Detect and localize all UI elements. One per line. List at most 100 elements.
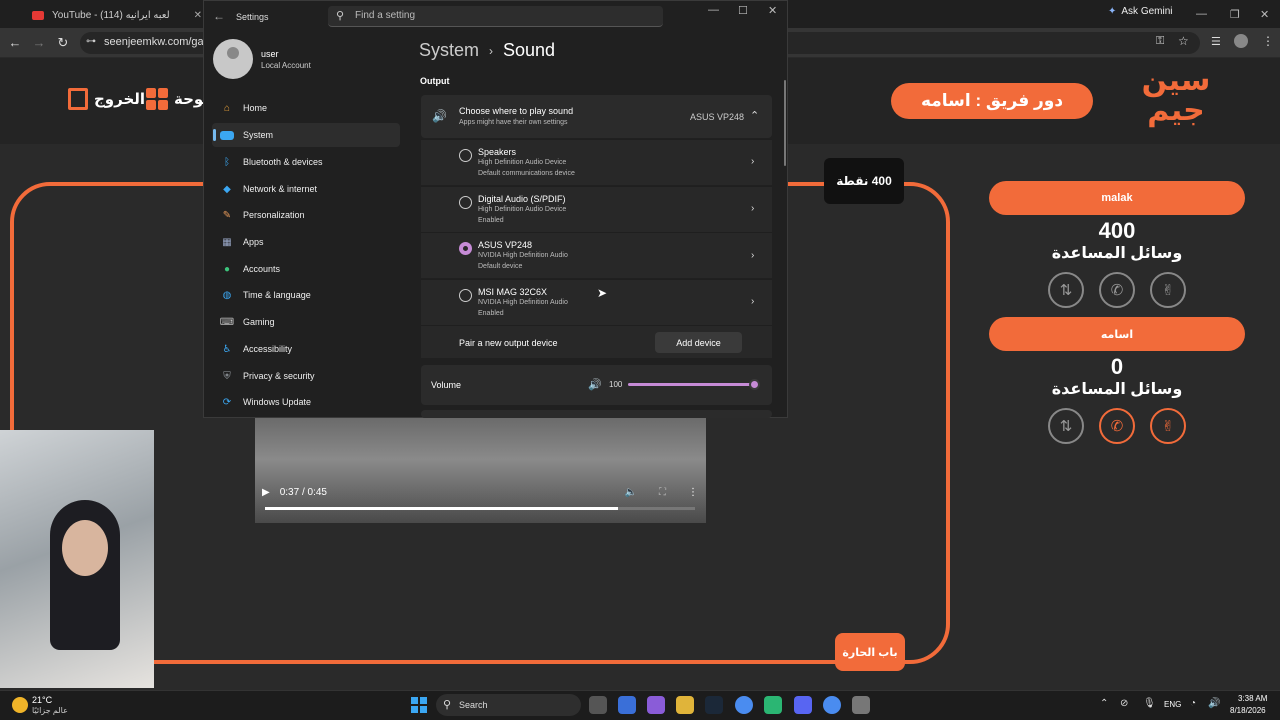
nav-apps[interactable]: ▦ Apps <box>212 230 400 254</box>
settings-close-icon[interactable]: ✕ <box>768 4 777 17</box>
url-text[interactable]: seenjeemkw.com/game <box>104 36 219 48</box>
chevron-right-icon[interactable]: › <box>751 203 754 214</box>
output-device-row[interactable] <box>421 232 772 278</box>
exit-button[interactable]: الخروج <box>68 88 145 110</box>
reload-icon[interactable]: ↻ <box>54 34 72 52</box>
chevron-right-icon[interactable]: › <box>751 296 754 307</box>
nav-gaming[interactable]: ⌨ Gaming <box>212 310 400 334</box>
weather-temperature[interactable]: 21°C <box>32 695 52 705</box>
fullscreen-icon[interactable]: ⛶ <box>659 487 666 498</box>
device-radio[interactable] <box>459 196 472 209</box>
close-tab-icon[interactable]: ✕ <box>194 10 202 21</box>
gamepad-icon: ⌨ <box>219 316 235 328</box>
browser-tab-youtube[interactable]: YouTube - (114) لعبه ايرانيه ✕ <box>32 4 202 26</box>
device-radio-selected[interactable] <box>459 242 472 255</box>
forward-icon[interactable]: → <box>30 34 48 52</box>
chrome-profile-icon[interactable] <box>823 696 841 714</box>
nav-privacy[interactable]: ⛨ Privacy & security <box>212 364 400 388</box>
nav-time-language[interactable]: ◍ Time & language <box>212 283 400 307</box>
volume-icon[interactable]: 🔈 <box>625 487 637 498</box>
nav-accessibility[interactable]: ♿ Accessibility <box>212 337 400 361</box>
copilot-icon[interactable] <box>647 696 665 714</box>
ask-gemini-button[interactable]: ✦ Ask Gemini <box>1108 6 1173 17</box>
device-driver: High Definition Audio Device <box>478 159 567 166</box>
settings-back-icon[interactable]: ← <box>213 9 225 23</box>
language-indicator[interactable]: ENG <box>1164 700 1181 709</box>
volume-slider[interactable] <box>628 383 754 386</box>
device-radio[interactable] <box>459 289 472 302</box>
nav-home[interactable]: ⌂ Home <box>212 96 400 120</box>
settings-scrollbar[interactable] <box>784 80 786 166</box>
back-icon[interactable]: ← <box>6 34 24 52</box>
speaker-tray-icon[interactable]: 🔊 <box>1208 698 1220 709</box>
minimize-browser-icon[interactable]: — <box>1196 8 1207 20</box>
taskbar-search-box[interactable] <box>436 694 581 716</box>
settings-gear-icon[interactable] <box>852 696 870 714</box>
home-icon: ⌂ <box>223 102 231 114</box>
chevron-right-icon[interactable]: › <box>751 250 754 261</box>
reading-list-icon[interactable]: ☰ <box>1211 35 1221 48</box>
output-device-row[interactable] <box>421 186 772 232</box>
video-controls: ▶ 0:37 / 0:45 🔈 ⛶ ⋮ <box>262 484 698 500</box>
exit-icon <box>68 88 88 110</box>
volume-speaker-icon[interactable]: 🔊 <box>588 378 602 391</box>
call-friend-icon[interactable]: ✆ <box>1099 272 1135 308</box>
bookmark-star-icon[interactable]: ☆ <box>1178 34 1189 48</box>
team-score: 400 <box>1098 218 1136 243</box>
start-windows-icon[interactable] <box>411 697 427 713</box>
user-name: user <box>261 49 279 59</box>
nav-windows-update[interactable]: ⟳ Windows Update <box>212 390 400 414</box>
close-browser-icon[interactable]: ✕ <box>1260 8 1269 21</box>
chevron-up-icon[interactable]: ⌃ <box>750 109 759 122</box>
nav-bluetooth[interactable]: ᛒ Bluetooth & devices <box>212 150 400 174</box>
settings-minimize-icon[interactable]: — <box>708 4 719 16</box>
swap-question-icon[interactable]: ⇅ <box>1048 408 1084 444</box>
user-avatar[interactable] <box>213 39 253 79</box>
swap-question-icon[interactable]: ⇅ <box>1048 272 1084 308</box>
chrome-icon[interactable] <box>735 696 753 714</box>
clock-date[interactable]: 8/18/2026 <box>1230 706 1266 715</box>
app-icon[interactable] <box>764 696 782 714</box>
profile-avatar[interactable] <box>1234 34 1248 48</box>
peace-hand-icon[interactable]: ✌ <box>1150 272 1186 308</box>
settings-maximize-icon[interactable]: ☐ <box>738 4 748 17</box>
accessibility-icon: ♿ <box>222 343 232 355</box>
nav-system[interactable]: System <box>212 123 400 147</box>
steam-icon[interactable] <box>705 696 723 714</box>
browser-menu-icon[interactable]: ⋮ <box>1262 34 1274 48</box>
wifi-tray-icon[interactable]: ◔ <box>1190 698 1196 709</box>
site-info-icon[interactable]: ⊶ <box>86 36 96 47</box>
output-device-row[interactable] <box>421 139 772 185</box>
choose-output-subtitle: Apps might have their own settings <box>459 119 568 126</box>
output-section-label: Output <box>420 76 450 86</box>
video-time: 0:37 / 0:45 <box>279 486 327 498</box>
nav-accounts[interactable]: ● Accounts <box>212 257 400 281</box>
nav-label: Bluetooth & devices <box>243 157 323 167</box>
maximize-browser-icon[interactable]: ❐ <box>1230 8 1240 21</box>
network-off-icon[interactable]: ⊘ <box>1120 698 1128 709</box>
chevron-right-icon[interactable]: › <box>751 156 754 167</box>
task-view-icon[interactable] <box>589 696 607 714</box>
breadcrumb-parent[interactable]: System <box>419 40 479 61</box>
call-friend-icon[interactable]: ✆ <box>1099 408 1135 444</box>
add-device-button[interactable]: Add device <box>655 332 742 353</box>
volume-slider-thumb[interactable] <box>749 379 760 390</box>
turn-indicator: دور فريق : اسامه <box>891 83 1093 119</box>
discord-icon[interactable] <box>794 696 812 714</box>
team-aids-label: وسائل المساعدة <box>1051 245 1183 262</box>
device-radio[interactable] <box>459 149 472 162</box>
nav-network[interactable]: ◆ Network & internet <box>212 177 400 201</box>
microphone-icon[interactable]: 🎙 <box>1143 698 1156 709</box>
nav-label: Network & internet <box>243 184 318 194</box>
file-explorer-icon[interactable] <box>676 696 694 714</box>
key-icon[interactable]: ⚿ <box>1156 35 1164 48</box>
play-icon[interactable]: ▶ <box>262 487 270 498</box>
video-more-icon[interactable]: ⋮ <box>688 487 698 498</box>
clock-time[interactable]: 3:38 AM <box>1238 694 1267 703</box>
nav-personalization[interactable]: ✎ Personalization <box>212 203 400 227</box>
peace-hand-icon[interactable]: ✌ <box>1150 408 1186 444</box>
nav-label: System <box>243 130 274 140</box>
widgets-icon[interactable] <box>618 696 636 714</box>
tray-chevron-icon[interactable]: ⌃ <box>1100 698 1108 709</box>
board-button[interactable]: لوحة <box>146 88 209 110</box>
